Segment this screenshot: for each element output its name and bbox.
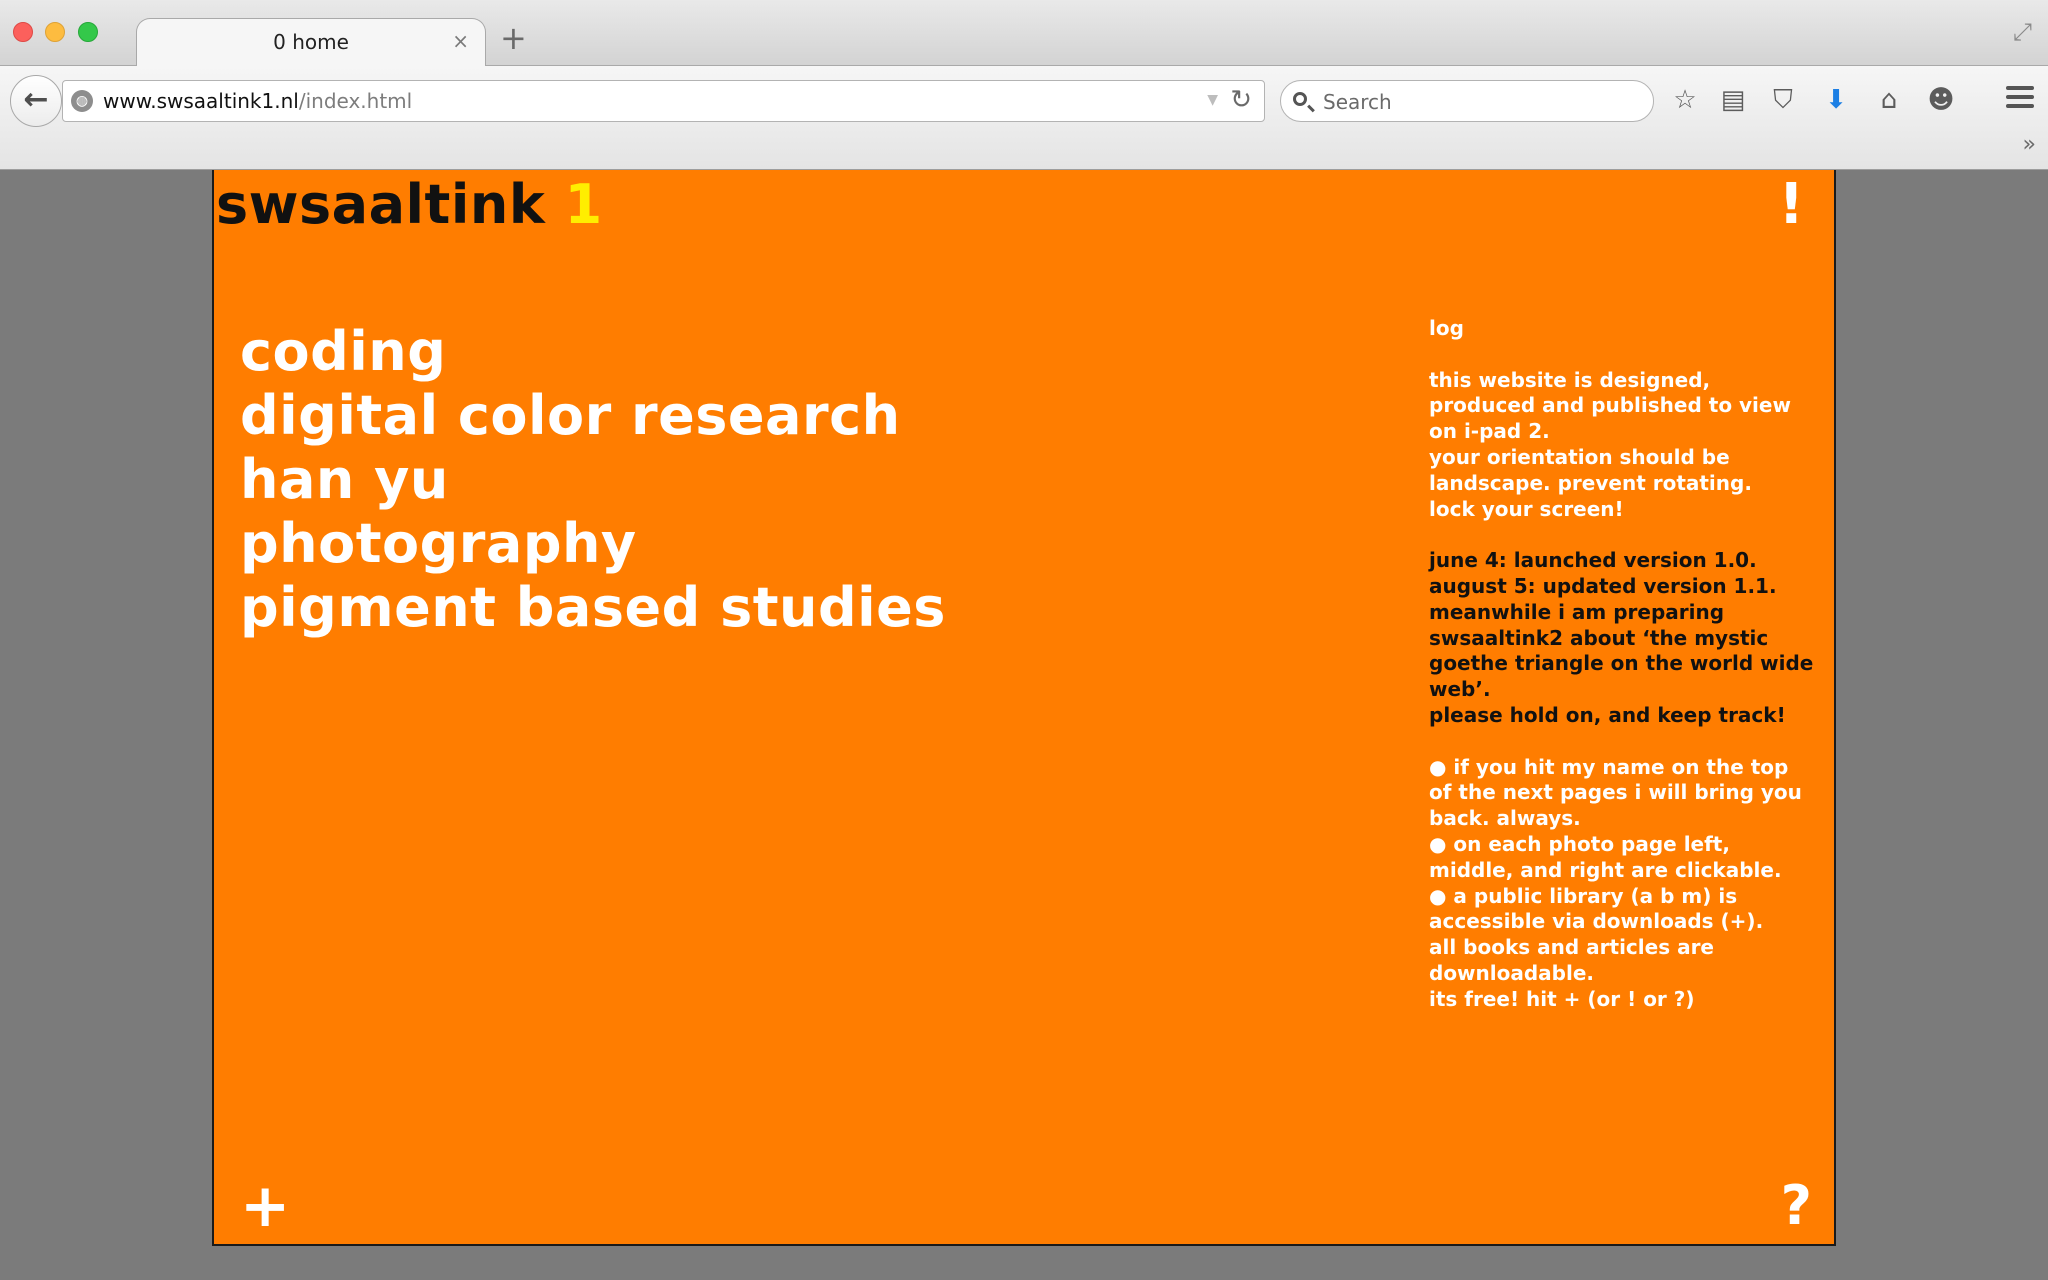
page-content: swsaaltink 1 ! coding digital color rese… [212,170,1836,1246]
url-host: www.swsaaltink1.nl [103,89,299,113]
window-close-button[interactable] [13,22,33,42]
exclamation-link[interactable]: ! [1778,172,1804,237]
search-icon [1293,92,1307,106]
url-text[interactable]: www.swsaaltink1.nl/index.html [103,89,412,113]
log-tips: ● if you hit my name on the top of the n… [1429,755,1821,1013]
url-history-dropdown-icon[interactable]: ▼ [1207,92,1218,108]
bookmark-star-icon[interactable]: ☆ [1668,82,1702,118]
window-zoom-button[interactable] [78,22,98,42]
back-arrow-icon: ← [23,82,49,117]
home-icon[interactable]: ⌂ [1872,82,1906,118]
log-line: middle, and right are clickable. [1429,857,1782,882]
url-path: /index.html [298,89,413,113]
log-line: back. always. [1429,806,1581,831]
question-link[interactable]: ? [1781,1176,1812,1236]
tab-strip: 0 home × + ⤢ [0,0,2048,67]
log-line: accessible via downloads (+). [1429,909,1764,934]
new-tab-button[interactable]: + [500,22,527,54]
log-line: ● on each photo page left, [1429,831,1730,856]
search-input[interactable] [1321,87,1625,117]
log-line: ● if you hit my name on the top [1429,754,1789,779]
window-minimize-button[interactable] [45,22,65,42]
log-line: ● a public library (a b m) is [1429,883,1738,908]
log-line: produced and published to view [1429,393,1791,418]
log-line: meanwhile i am preparing [1429,599,1725,624]
log-line: landscape. prevent rotating. [1429,470,1752,495]
site-name: swsaaltink [216,173,546,236]
back-button[interactable]: ← [10,75,62,127]
reading-list-icon[interactable]: ▤ [1716,82,1750,118]
pocket-icon[interactable]: ⛉ [1766,82,1800,118]
tab-close-icon[interactable]: × [452,29,469,53]
log-intro: this website is designed, produced and p… [1429,368,1821,523]
menu-item-digital-color-research[interactable]: digital color research [240,384,946,448]
log-versions: june 4: launched version 1.0. august 5: … [1429,548,1821,729]
log-line: all books and articles are [1429,935,1714,960]
log-line: lock your screen! [1429,496,1624,521]
navigation-toolbar: ← ◍ www.swsaaltink1.nl/index.html ▼ ↻ ☆ … [0,66,2048,170]
log-line: downloadable. [1429,960,1595,985]
site-title-link[interactable]: swsaaltink 1 [216,173,603,236]
log-line: june 4: launched version 1.0. [1429,548,1757,573]
hamburger-menu-icon[interactable] [2006,86,2034,110]
main-menu: coding digital color research han yu pho… [240,320,946,640]
log-line: this website is designed, [1429,367,1711,392]
log-line: august 5: updated version 1.1. [1429,573,1777,598]
download-icon[interactable]: ⬇ [1819,82,1853,118]
downloads-plus-link[interactable]: + [240,1176,290,1236]
log-line: please hold on, and keep track! [1429,702,1786,727]
log-line: its free! hit + (or ! or ?) [1429,986,1695,1011]
site-number: 1 [564,173,603,236]
log-panel: log this website is designed, produced a… [1429,316,1821,1038]
address-bar[interactable]: ◍ www.swsaaltink1.nl/index.html ▼ ↻ [62,80,1265,122]
menu-item-han-yu[interactable]: han yu [240,448,946,512]
log-line: of the next pages i will bring you [1429,780,1802,805]
toolbar-overflow-icon[interactable]: » [2023,132,2036,157]
log-line: swsaaltink2 about ‘the mystic [1429,625,1769,650]
log-heading: log [1429,316,1464,340]
reload-icon[interactable]: ↻ [1230,85,1252,115]
log-line: your orientation should be [1429,444,1730,469]
menu-item-photography[interactable]: photography [240,512,946,576]
log-line: on i-pad 2. [1429,419,1550,444]
log-line: goethe triangle on the world wide [1429,651,1814,676]
log-line: web’. [1429,677,1491,702]
tab-title: 0 home [273,30,349,54]
search-bar[interactable] [1280,80,1654,122]
tab-home[interactable]: 0 home × [136,18,486,67]
chat-icon[interactable]: ☻ [1924,82,1958,118]
globe-icon: ◍ [71,90,93,112]
menu-item-pigment-based-studies[interactable]: pigment based studies [240,576,946,640]
menu-item-coding[interactable]: coding [240,320,946,384]
fullscreen-icon[interactable]: ⤢ [2013,18,2032,46]
